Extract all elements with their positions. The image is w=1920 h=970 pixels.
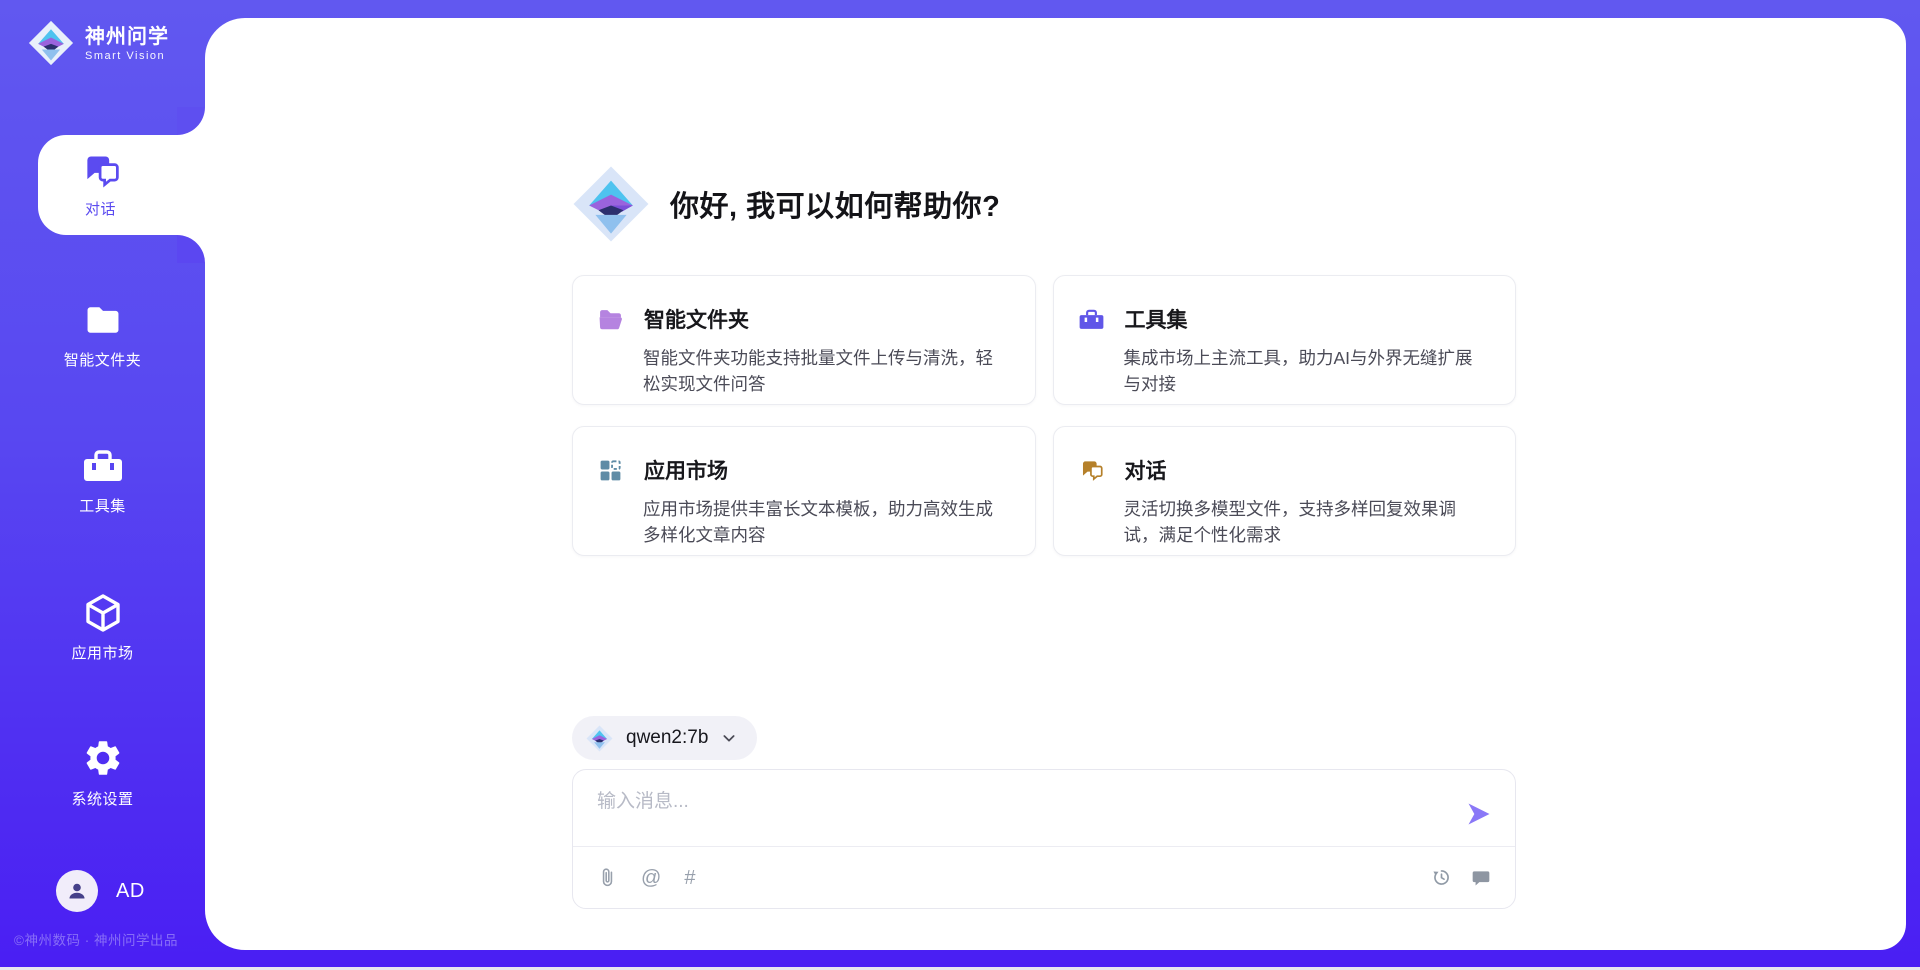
card-title: 工具集 <box>1125 304 1188 334</box>
grid-icon <box>598 458 623 483</box>
history-icon <box>1431 867 1452 888</box>
chat-icon <box>81 151 121 191</box>
greeting-block: 你好, 我可以如何帮助你? <box>572 165 1000 243</box>
folder-icon <box>83 300 123 340</box>
sidebar-item-label: 系统设置 <box>71 788 133 809</box>
brand-diamond-icon <box>572 165 650 243</box>
mention-button[interactable]: @ <box>641 868 661 888</box>
model-diamond-icon <box>586 725 613 752</box>
brand-subtitle: Smart Vision <box>85 50 169 62</box>
user-initials: AD <box>116 880 145 903</box>
toolbox-icon <box>1079 307 1104 332</box>
message-composer: @ # <box>572 769 1516 909</box>
brand-name: 神州问学 <box>85 25 169 49</box>
topic-button[interactable]: # <box>684 868 695 888</box>
toolbox-icon <box>83 446 123 486</box>
sidebar-item-toolset[interactable]: 工具集 <box>0 433 205 529</box>
sidebar-item-app-market[interactable]: 应用市场 <box>0 580 205 676</box>
folder-open-icon <box>598 307 623 332</box>
chat-square-icon <box>1471 868 1491 888</box>
card-title: 智能文件夹 <box>644 304 749 334</box>
message-input[interactable] <box>595 784 1429 846</box>
main-panel: 你好, 我可以如何帮助你? 智能文件夹 智能文件夹功能支持批量文件上传与清洗，轻… <box>205 18 1906 950</box>
send-icon <box>1465 800 1493 828</box>
card-smart-folder[interactable]: 智能文件夹 智能文件夹功能支持批量文件上传与清洗，轻松实现文件问答 <box>572 275 1036 405</box>
sidebar-footer: ©神州数码 · 神州问学出品 <box>14 929 178 949</box>
tab-curve-bottom <box>177 235 205 263</box>
history-button[interactable] <box>1431 867 1452 888</box>
sidebar-item-smart-folder[interactable]: 智能文件夹 <box>0 287 205 383</box>
gear-icon <box>82 737 124 779</box>
tab-curve-top <box>177 107 205 135</box>
sidebar-item-settings[interactable]: 系统设置 <box>0 725 205 821</box>
person-icon <box>65 879 89 903</box>
attachment-button[interactable] <box>597 867 618 888</box>
chat-icon <box>1079 458 1104 483</box>
composer-toolbar: @ # <box>573 846 1515 908</box>
cube-icon <box>83 593 123 633</box>
app-window: 你好, 我可以如何帮助你? 智能文件夹 智能文件夹功能支持批量文件上传与清洗，轻… <box>0 0 1920 970</box>
card-app-market[interactable]: 应用市场 应用市场提供丰富长文本模板，助力高效生成多样化文章内容 <box>572 426 1036 556</box>
sidebar-item-label: 对话 <box>85 198 116 219</box>
model-selector[interactable]: qwen2:7b <box>572 716 757 760</box>
card-chat[interactable]: 对话 灵活切换多模型文件，支持多样回复效果调试，满足个性化需求 <box>1053 426 1517 556</box>
brand: 神州问学 Smart Vision <box>28 20 169 66</box>
card-title: 对话 <box>1125 455 1167 485</box>
greeting-title: 你好, 我可以如何帮助你? <box>670 183 1000 225</box>
avatar <box>56 870 98 912</box>
brand-logo-icon <box>28 20 74 66</box>
feature-cards: 智能文件夹 智能文件夹功能支持批量文件上传与清洗，轻松实现文件问答 工具集 集成… <box>572 275 1516 556</box>
sidebar: 神州问学 Smart Vision 对话 智能文件夹 工 <box>0 0 205 970</box>
sidebar-item-label: 工具集 <box>79 495 126 516</box>
sidebar-item-label: 应用市场 <box>71 642 133 663</box>
user-account[interactable]: AD <box>56 870 145 912</box>
card-desc: 智能文件夹功能支持批量文件上传与清洗，轻松实现文件问答 <box>643 345 1009 397</box>
paperclip-icon <box>597 867 618 888</box>
sidebar-item-label: 智能文件夹 <box>64 349 142 370</box>
card-desc: 应用市场提供丰富长文本模板，助力高效生成多样化文章内容 <box>643 496 1009 548</box>
card-title: 应用市场 <box>644 455 728 485</box>
send-button[interactable] <box>1465 800 1493 828</box>
conversation-button[interactable] <box>1471 868 1491 888</box>
chevron-down-icon <box>721 730 737 746</box>
card-desc: 灵活切换多模型文件，支持多样回复效果调试，满足个性化需求 <box>1124 496 1490 548</box>
card-toolset[interactable]: 工具集 集成市场上主流工具，助力AI与外界无缝扩展与对接 <box>1053 275 1517 405</box>
card-desc: 集成市场上主流工具，助力AI与外界无缝扩展与对接 <box>1124 345 1490 397</box>
model-name: qwen2:7b <box>626 727 708 749</box>
sidebar-item-chat[interactable]: 对话 <box>38 135 205 235</box>
